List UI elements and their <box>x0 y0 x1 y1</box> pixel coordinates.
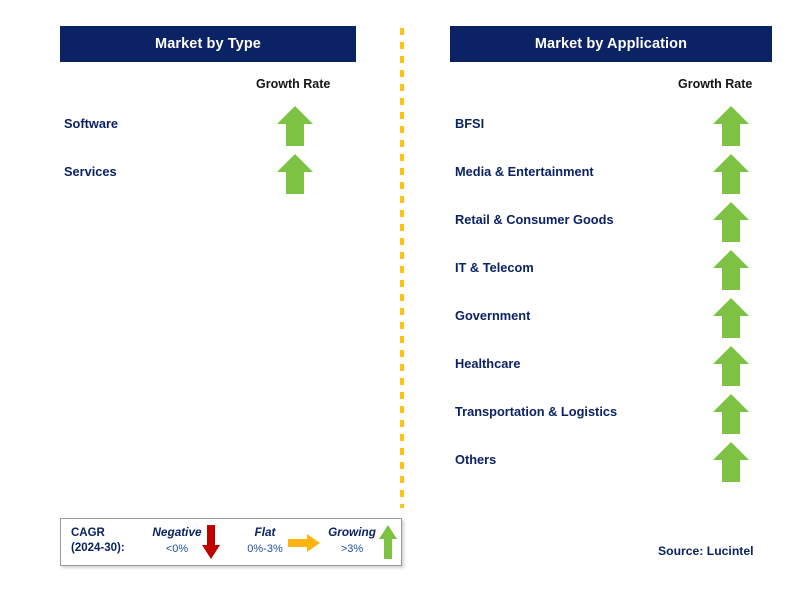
row-label-others: Others <box>455 452 497 467</box>
growth-rate-column-header: Growth Rate <box>256 77 331 91</box>
source-attribution: Source: Lucintel <box>658 544 754 558</box>
list-item: BFSI <box>0 103 810 151</box>
cagr-legend: CAGR (2024-30): Negative <0% Flat 0%-3% … <box>60 518 402 566</box>
legend-title-line2: (2024-30): <box>71 542 125 554</box>
row-label-media-entertainment: Media & Entertainment <box>455 164 594 179</box>
row-label-healthcare: Healthcare <box>455 356 521 371</box>
list-item: IT & Telecom <box>0 247 810 295</box>
row-label-it-telecom: IT & Telecom <box>455 260 534 275</box>
list-item: Media & Entertainment <box>0 151 810 199</box>
panel-title-market-by-type: Market by Type <box>60 26 356 62</box>
list-item: Transportation & Logistics <box>0 391 810 439</box>
arrow-up-icon <box>712 297 750 339</box>
list-item: Others <box>0 439 810 487</box>
row-label-bfsi: BFSI <box>455 116 485 131</box>
panel-market-by-application: Market by Application Growth Rate BFSI M… <box>410 0 810 601</box>
arrow-down-icon <box>201 524 221 565</box>
market-by-application-rows: BFSI Media & Entertainment Retail & Cons… <box>0 103 810 487</box>
arrow-up-icon <box>712 249 750 291</box>
legend-item-growing: Growing >3% <box>316 519 398 565</box>
arrow-up-icon <box>712 393 750 435</box>
arrow-up-icon <box>712 105 750 147</box>
list-item: Retail & Consumer Goods <box>0 199 810 247</box>
list-item: Government <box>0 295 810 343</box>
row-label-government: Government <box>455 308 531 323</box>
list-item: Healthcare <box>0 343 810 391</box>
arrow-up-icon <box>712 153 750 195</box>
legend-item-negative: Negative <0% <box>141 519 221 565</box>
legend-title-line1: CAGR <box>71 527 105 539</box>
arrow-up-icon <box>378 524 398 565</box>
row-label-transportation-logistics: Transportation & Logistics <box>455 404 618 419</box>
arrow-up-icon <box>712 345 750 387</box>
arrow-up-icon <box>712 201 750 243</box>
row-label-retail-consumer-goods: Retail & Consumer Goods <box>455 212 614 227</box>
arrow-up-icon <box>712 441 750 483</box>
panel-title-market-by-application: Market by Application <box>450 26 772 62</box>
growth-rate-column-header: Growth Rate <box>678 77 753 91</box>
legend-item-flat: Flat 0%-3% <box>229 519 320 565</box>
legend-title: CAGR (2024-30): <box>71 526 125 556</box>
